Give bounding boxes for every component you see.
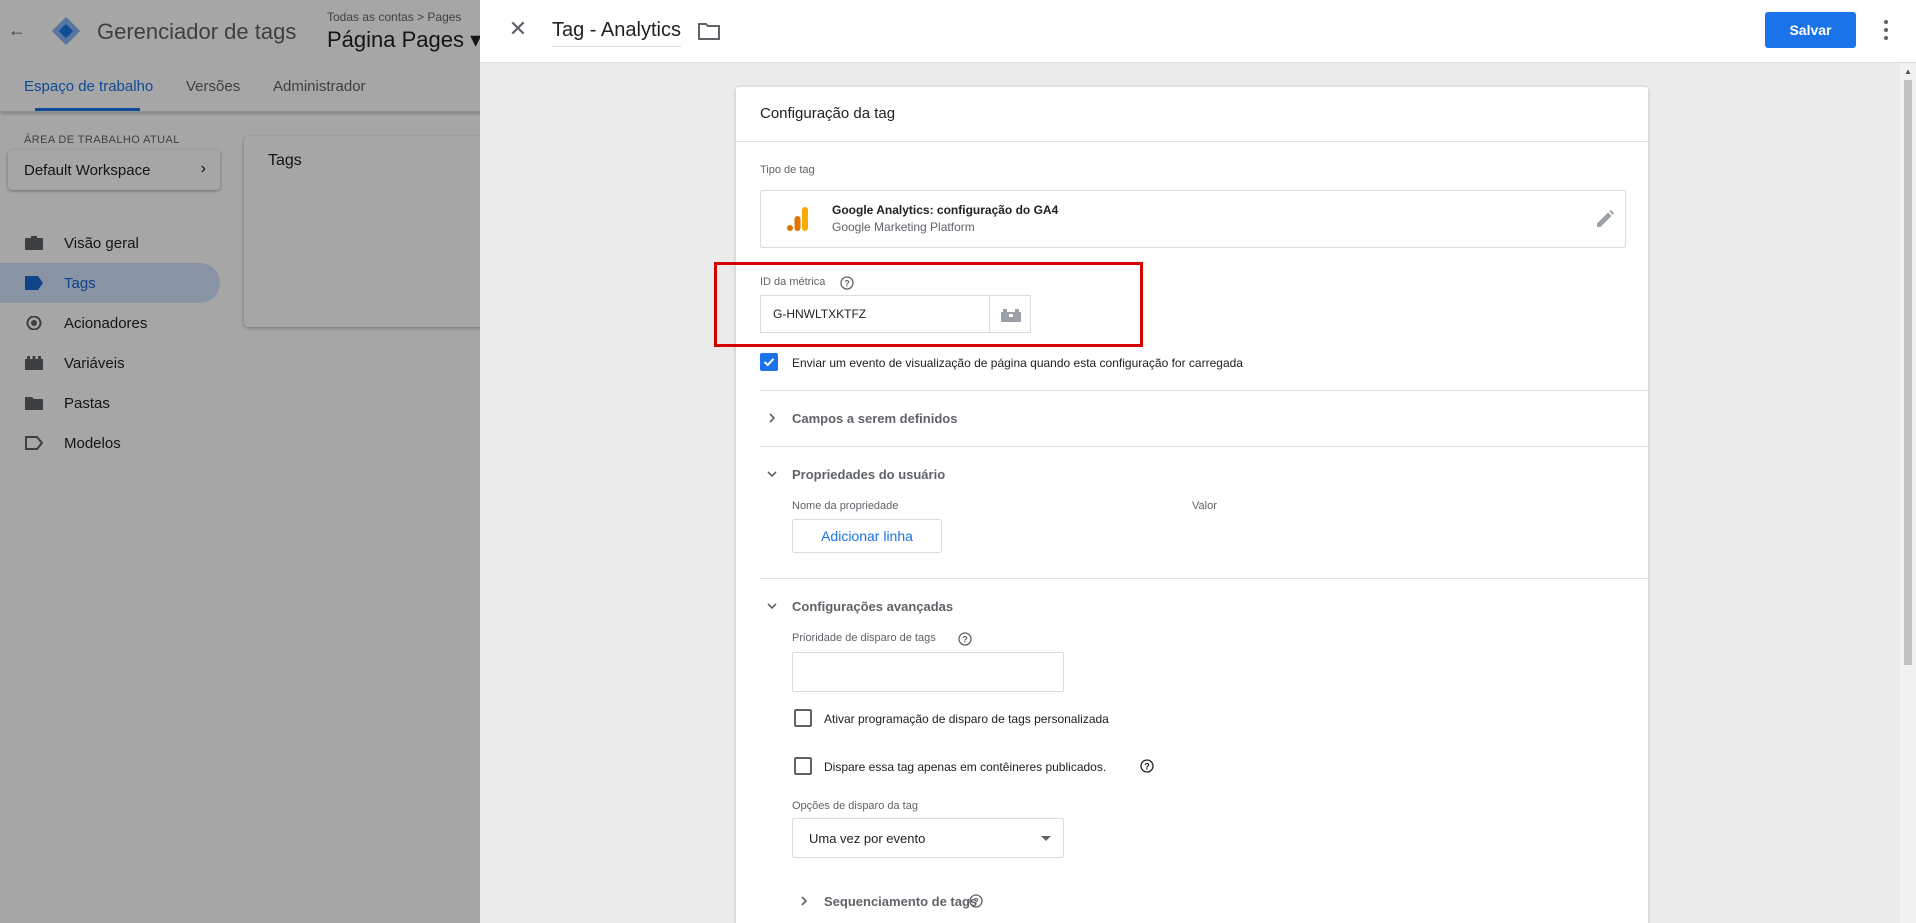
firing-options-value: Uma vez por evento	[809, 831, 926, 846]
add-row-button[interactable]: Adicionar linha	[792, 519, 942, 553]
tag-configuration-card: Configuração da tag Tipo de tag Google A…	[736, 87, 1648, 923]
priority-label: Prioridade de disparo de tags	[792, 632, 936, 644]
divider	[736, 141, 1648, 142]
help-icon[interactable]: ?	[969, 894, 983, 908]
firing-options-select[interactable]: Uma vez por evento	[792, 818, 1064, 858]
chevron-down-icon[interactable]	[766, 468, 778, 480]
card-title: Configuração da tag	[760, 105, 896, 122]
value-column: Valor	[1192, 500, 1217, 512]
svg-text:?: ?	[973, 897, 979, 907]
send-pageview-label: Enviar um evento de visualização de pági…	[792, 356, 1243, 370]
svg-text:?: ?	[1144, 762, 1150, 772]
tag-type-selector[interactable]: Google Analytics: configuração do GA4 Go…	[760, 190, 1626, 248]
check-icon	[763, 358, 775, 367]
svg-text:?: ?	[962, 635, 968, 645]
pencil-icon[interactable]	[1595, 209, 1615, 229]
tag-type-provider: Google Marketing Platform	[832, 220, 975, 234]
scrollbar-thumb[interactable]	[1904, 80, 1912, 665]
fields-to-set-header[interactable]: Campos a serem definidos	[792, 411, 957, 426]
panel-header: ✕ Tag - Analytics Salvar	[480, 0, 1916, 63]
user-properties-header[interactable]: Propriedades do usuário	[792, 467, 945, 482]
close-icon[interactable]: ✕	[506, 17, 530, 41]
published-only-checkbox[interactable]	[794, 757, 812, 775]
highlight-annotation-box	[714, 262, 1143, 347]
published-only-label: Dispare essa tag apenas em contêineres p…	[824, 760, 1107, 774]
help-icon[interactable]: ?	[958, 632, 972, 646]
tag-sequencing-header[interactable]: Sequenciamento de tags	[824, 894, 977, 909]
modal-scrim[interactable]	[0, 0, 480, 923]
dropdown-arrow-icon	[1041, 836, 1051, 841]
custom-schedule-label: Ativar programação de disparo de tags pe…	[824, 712, 1109, 726]
folder-icon[interactable]	[698, 22, 720, 40]
tag-name-input[interactable]: Tag - Analytics	[552, 19, 681, 47]
tag-type-name: Google Analytics: configuração do GA4	[832, 203, 1059, 217]
divider	[760, 390, 1648, 391]
firing-options-label: Opções de disparo da tag	[792, 800, 918, 812]
chevron-right-icon[interactable]	[798, 895, 810, 907]
send-pageview-checkbox[interactable]	[760, 353, 778, 371]
scroll-up-arrow-icon[interactable]: ▲	[1904, 67, 1912, 76]
property-name-column: Nome da propriedade	[792, 500, 899, 512]
chevron-down-icon[interactable]	[766, 600, 778, 612]
google-analytics-icon	[787, 207, 808, 231]
custom-schedule-checkbox[interactable]	[794, 709, 812, 727]
tag-type-label: Tipo de tag	[760, 164, 815, 176]
priority-input[interactable]	[792, 652, 1064, 692]
save-button[interactable]: Salvar	[1765, 12, 1856, 48]
divider	[760, 446, 1648, 447]
divider	[760, 578, 1648, 579]
advanced-settings-header[interactable]: Configurações avançadas	[792, 599, 953, 614]
tag-editor-panel: ✕ Tag - Analytics Salvar ▲ Configuração …	[480, 0, 1916, 923]
help-icon[interactable]: ?	[1140, 759, 1154, 773]
more-vert-icon[interactable]	[1882, 18, 1890, 42]
chevron-right-icon[interactable]	[766, 412, 778, 424]
